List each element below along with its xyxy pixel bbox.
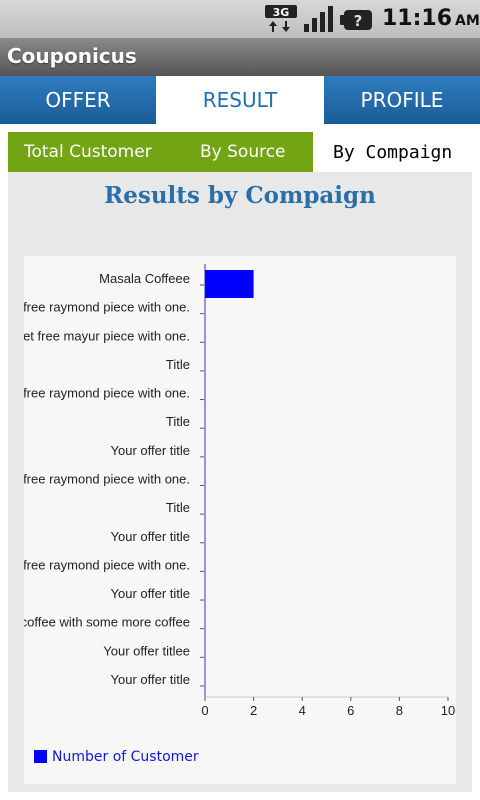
category-label: get free raymond piece with one. xyxy=(24,386,190,401)
tab-offer[interactable]: OFFER xyxy=(0,76,156,124)
x-tick-label: 0 xyxy=(201,703,208,718)
category-label: Your offer title xyxy=(111,672,191,687)
main-tab-bar: OFFER RESULT PROFILE xyxy=(0,76,480,124)
subtab-by-compaign[interactable]: By Compaign xyxy=(313,132,472,172)
battery-unknown-icon: ? xyxy=(340,10,372,30)
ampm-text: AM xyxy=(455,13,480,29)
category-label: get free raymond piece with one. xyxy=(24,300,190,315)
category-label: Title xyxy=(166,414,190,429)
sub-tab-bar: Total Customer By Source By Compaign xyxy=(8,132,472,172)
time-text: 11:16 xyxy=(382,6,453,31)
tab-profile[interactable]: PROFILE xyxy=(324,76,480,124)
category-label: Title xyxy=(166,500,190,515)
signal-icon xyxy=(304,6,333,32)
category-label: Your offer title xyxy=(111,443,191,458)
x-tick-label: 10 xyxy=(441,703,455,718)
x-tick-label: 2 xyxy=(250,703,257,718)
app-title-bar: Couponicus xyxy=(0,38,480,76)
status-bar: 3G ? 11:16 AM xyxy=(0,0,480,38)
bar xyxy=(205,270,254,298)
category-label: get free raymond piece with one. xyxy=(24,471,190,486)
category-label: Your offer title xyxy=(111,529,191,544)
chart-title: Results by Compaign xyxy=(104,182,376,209)
svg-text:3G: 3G xyxy=(273,6,290,19)
svg-text:?: ? xyxy=(354,12,363,30)
app-title: Couponicus xyxy=(7,44,137,68)
x-tick-label: 4 xyxy=(299,703,306,718)
category-label: Your offer title xyxy=(111,586,191,601)
result-content: Total Customer By Source By Compaign Res… xyxy=(8,132,472,792)
3g-icon: 3G xyxy=(265,5,297,32)
legend-swatch xyxy=(34,750,47,763)
bar-chart: Masala Coffeee get free raymond piece wit… xyxy=(24,264,455,765)
chart-panel: Masala Coffeee get free raymond piece wit… xyxy=(24,256,456,784)
clock: 11:16 AM xyxy=(382,6,480,31)
category-label: Your offer titlee xyxy=(103,643,190,658)
legend-label: Number of Customer xyxy=(52,749,199,765)
tab-result[interactable]: RESULT xyxy=(156,76,324,124)
subtab-total-customer[interactable]: Total Customer xyxy=(8,132,168,172)
x-tick-label: 8 xyxy=(396,703,403,718)
category-label: Masala Coffeee xyxy=(99,271,190,286)
category-label: Title xyxy=(166,357,190,372)
subtab-by-source[interactable]: By Source xyxy=(168,132,313,172)
x-tick-label: 6 xyxy=(347,703,354,718)
category-label: get free mayur piece with one. xyxy=(24,328,190,343)
category-label: coffee with some more coffee xyxy=(24,615,190,630)
category-label: get free raymond piece with one. xyxy=(24,557,190,572)
